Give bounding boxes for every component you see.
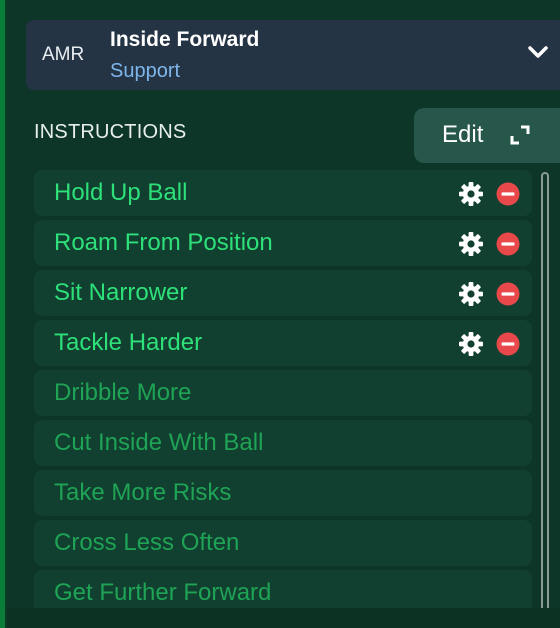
instruction-row[interactable]: Dribble More (34, 370, 532, 416)
scrollbar-thumb[interactable] (541, 172, 549, 612)
instruction-row[interactable]: Cut Inside With Ball (34, 420, 532, 466)
remove-icon[interactable] (496, 282, 520, 306)
instruction-row[interactable]: Tackle Harder (34, 320, 532, 366)
gear-icon[interactable] (458, 281, 484, 307)
gear-icon[interactable] (458, 331, 484, 357)
edit-label: Edit (442, 121, 484, 148)
list-fade (7, 608, 560, 628)
instruction-label: Dribble More (54, 379, 192, 406)
role-position: AMR (42, 44, 85, 65)
panel-edge (0, 0, 7, 628)
tactics-panel: AMR Inside Forward Support INSTRUCTIONS … (0, 0, 560, 628)
instruction-label: Get Further Forward (54, 579, 272, 606)
edit-button[interactable]: Edit (414, 108, 560, 163)
instruction-label: Roam From Position (54, 229, 273, 256)
instruction-label: Sit Narrower (54, 279, 188, 306)
list-scrollbar[interactable] (540, 172, 550, 612)
role-name: Inside Forward (110, 28, 260, 51)
instruction-label: Tackle Harder (54, 329, 203, 356)
instruction-list: Hold Up Ball Roam From Position Sit Narrow… (34, 170, 532, 620)
expand-icon (510, 125, 530, 145)
role-selector[interactable]: AMR Inside Forward Support (26, 20, 560, 90)
instruction-label: Cross Less Often (54, 529, 240, 556)
gear-icon[interactable] (458, 181, 484, 207)
remove-icon[interactable] (496, 232, 520, 256)
instruction-label: Take More Risks (54, 479, 232, 506)
instruction-row[interactable]: Hold Up Ball (34, 170, 532, 216)
remove-icon[interactable] (496, 182, 520, 206)
remove-icon[interactable] (496, 332, 520, 356)
instruction-row[interactable]: Cross Less Often (34, 520, 532, 566)
instructions-title: INSTRUCTIONS (34, 121, 187, 143)
chevron-down-icon[interactable] (527, 45, 549, 59)
instruction-row[interactable]: Roam From Position (34, 220, 532, 266)
instruction-row[interactable]: Sit Narrower (34, 270, 532, 316)
instruction-label: Cut Inside With Ball (54, 429, 264, 456)
instruction-row[interactable]: Take More Risks (34, 470, 532, 516)
instruction-label: Hold Up Ball (54, 179, 188, 206)
gear-icon[interactable] (458, 231, 484, 257)
role-duty: Support (110, 60, 181, 82)
